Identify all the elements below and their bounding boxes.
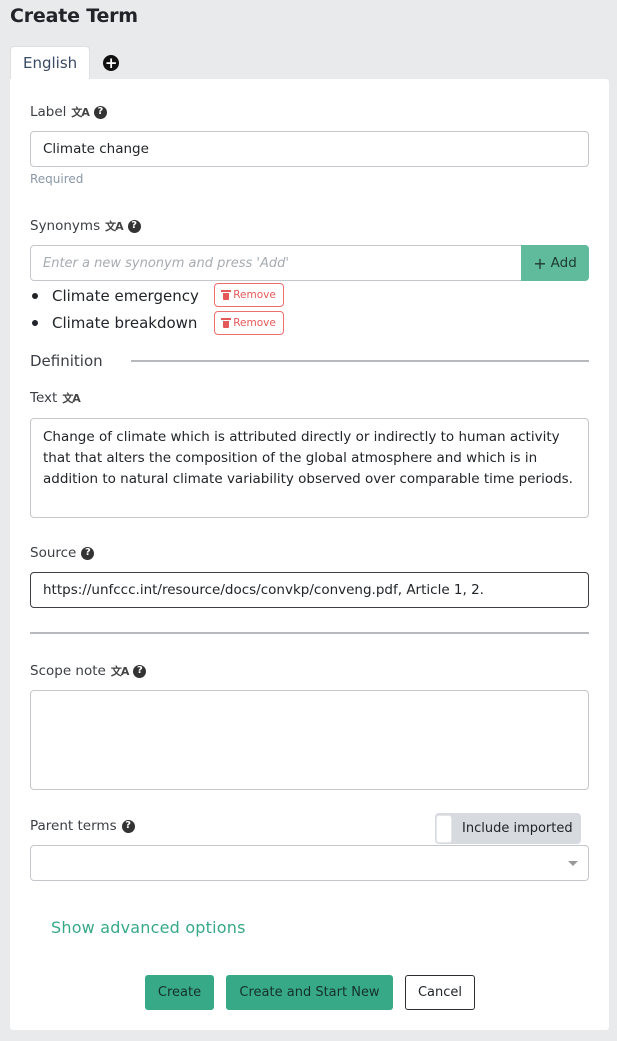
question-circle-icon[interactable]: ? [93,105,107,119]
cancel-button[interactable]: Cancel [405,975,475,1010]
translate-icon: 文A [110,665,129,678]
scope-note-label-text: Scope note [30,663,106,679]
source-input[interactable]: https://unfccc.int/resource/docs/convkp/… [30,572,589,608]
plus-icon: + [533,253,547,273]
label-text: Label [30,104,67,120]
text-label-text: Text [30,390,58,406]
definition-section-title: Definition [30,352,103,370]
tab-english[interactable]: English [10,46,91,80]
plus-circle-icon[interactable]: + [103,55,120,71]
translate-icon: 文A [62,392,80,405]
synonym-text: Climate breakdown [52,314,198,332]
question-circle-icon[interactable]: ? [121,819,135,833]
add-synonym-label: Add [550,255,577,271]
remove-label: Remove [233,317,276,329]
scope-note-label: Scope note 文A ? [30,663,147,679]
page-title: Create Term [10,5,138,27]
label-field-label: Label 文A ? [30,104,107,120]
synonyms-label-text: Synonyms [30,218,101,234]
section-divider [30,632,589,634]
language-tabs: English + [10,46,120,80]
source-label-text: Source [30,545,77,561]
question-circle-icon[interactable]: ? [133,664,147,678]
create-button[interactable]: Create [145,975,214,1010]
source-label: Source ? [30,545,95,561]
trash-icon [221,290,232,300]
definition-divider [131,360,589,362]
remove-synonym-button[interactable]: Remove [214,311,284,335]
synonym-input-placeholder: Enter a new synonym and press 'Add' [43,255,289,271]
bullet [32,293,38,299]
label-input[interactable]: Climate change [30,131,589,167]
remove-label: Remove [233,289,276,301]
scope-note-textarea[interactable] [30,690,589,790]
translate-icon: 文A [71,106,89,119]
include-imported-label: Include imported [462,821,573,836]
chevron-down-icon[interactable] [568,860,578,866]
include-imported-toggle[interactable]: Include imported [435,813,581,844]
synonym-text: Climate emergency [52,287,199,305]
remove-synonym-button[interactable]: Remove [214,283,284,307]
add-synonym-button[interactable]: + Add [521,245,589,281]
show-advanced-options-link[interactable]: Show advanced options [51,918,246,937]
question-circle-icon[interactable]: ? [127,219,141,233]
synonym-item: Climate emergency [32,284,199,308]
toggle-knob[interactable] [436,814,452,843]
create-and-start-new-button[interactable]: Create and Start New [226,975,393,1010]
required-help-text: Required [30,172,84,186]
source-input-value: https://unfccc.int/resource/docs/convkp/… [43,582,484,598]
synonym-item: Climate breakdown [32,311,197,335]
synonym-input[interactable]: Enter a new synonym and press 'Add' [30,245,522,281]
translate-icon: 文A [105,220,123,233]
parent-terms-label: Parent terms ? [30,818,135,834]
bullet [32,320,38,326]
trash-icon [221,318,232,328]
label-input-value: Climate change [43,141,149,157]
text-label: Text 文A [30,390,81,406]
question-circle-icon[interactable]: ? [81,546,95,560]
parent-terms-label-text: Parent terms [30,818,117,834]
parent-terms-select[interactable] [30,845,589,881]
synonyms-label: Synonyms 文A ? [30,218,141,234]
definition-text-value: Change of climate which is attributed di… [43,429,573,487]
definition-textarea[interactable]: Change of climate which is attributed di… [30,418,589,518]
term-form: Label 文A ? Climate change Required Synon… [10,79,609,1030]
